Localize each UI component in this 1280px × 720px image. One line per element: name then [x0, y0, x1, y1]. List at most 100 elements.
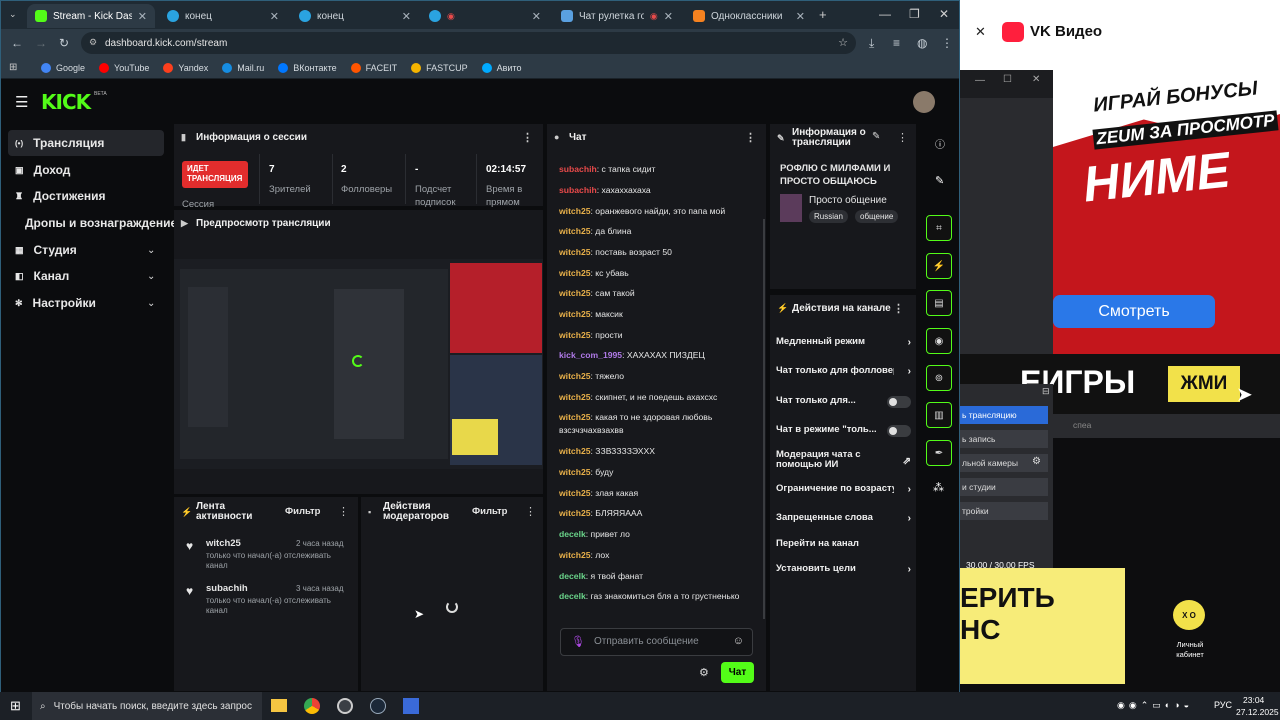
activity-user[interactable]: witch25 [206, 538, 241, 549]
obs-settings-button[interactable]: тройки [960, 502, 1048, 520]
tab-telegram-1[interactable]: конец ✕ [159, 4, 287, 28]
close-tab-icon[interactable]: ✕ [796, 10, 805, 23]
taskbar-search[interactable]: ⌕ Чтобы начать поиск, введите здесь запр… [32, 692, 262, 720]
apps-icon[interactable]: ⊞ [9, 62, 17, 73]
tray-icons[interactable]: ◉◉⌃▭◐◑◒ [1117, 700, 1193, 711]
more-icon[interactable]: ⋮ [893, 302, 904, 315]
obs-start-stream-button[interactable]: ь трансляцию [960, 406, 1048, 424]
tab-telegram-2[interactable]: конец ✕ [291, 4, 419, 28]
rail-button-tools[interactable]: ✒ [926, 440, 952, 466]
rail-button-book[interactable]: ▤ [926, 290, 952, 316]
obs-icon[interactable] [337, 698, 353, 714]
chat-username[interactable]: subachih [559, 185, 597, 195]
microphone-icon[interactable]: 🎙 [571, 635, 585, 648]
chrome-icon[interactable] [304, 698, 320, 714]
profile-icon[interactable]: ◍ [917, 36, 927, 50]
activity-filter-button[interactable]: Фильтр [285, 506, 320, 517]
close-tab-icon[interactable]: ✕ [270, 10, 279, 23]
chat-input[interactable]: 🎙 Отправить сообщение ☺ [560, 628, 753, 656]
close-icon[interactable]: ✕ [1032, 74, 1040, 85]
close-tab-icon[interactable]: ✕ [138, 10, 147, 23]
chat-username[interactable]: witch25 [559, 488, 591, 498]
vk-banner[interactable]: ИГРАЙ БОНУСЫ ZEUM ЗА ПРОСМОТР НИМЕ Смотр… [1053, 70, 1280, 354]
chevron-down-icon[interactable]: ⌄ [147, 245, 155, 256]
chat-send-button[interactable]: Чат [721, 662, 754, 683]
sidebar-item-channel[interactable]: ◧ Канал [15, 269, 69, 283]
more-icon[interactable]: ⋮ [897, 131, 908, 144]
close-tab-icon[interactable]: ✕ [664, 10, 673, 23]
tab-telegram-3[interactable]: ◉ ✕ [421, 4, 549, 28]
kick-logo[interactable]: KICK [41, 90, 91, 114]
close-icon[interactable]: ✕ [975, 24, 986, 40]
chat-username[interactable]: kick_com_1995 [559, 350, 622, 360]
file-explorer-icon[interactable] [271, 699, 287, 712]
clock-date[interactable]: 27.12.2025 [1236, 707, 1279, 717]
gear-icon[interactable]: ⚙ [1032, 456, 1041, 467]
chat-username[interactable]: witch25 [559, 371, 591, 381]
toggle-switch[interactable] [887, 396, 911, 408]
bookmark-faceit[interactable]: FACEIT [350, 62, 397, 73]
media-icon[interactable]: ≡ [893, 36, 900, 50]
bookmark-yandex[interactable]: Yandex [163, 62, 208, 73]
windows-start-icon[interactable]: ⊞ [10, 698, 21, 714]
more-icon[interactable]: ⋮ [338, 505, 349, 518]
maximize-icon[interactable]: ❐ [909, 7, 920, 21]
bookmark-youtube[interactable]: YouTube [99, 62, 149, 73]
chat-username[interactable]: witch25 [559, 330, 591, 340]
bookmark-avito[interactable]: Авито [481, 62, 521, 73]
channel-action-item[interactable]: Перейти на канал [776, 539, 911, 552]
chat-username[interactable]: witch25 [559, 412, 591, 422]
maximize-icon[interactable]: ☐ [1003, 74, 1012, 85]
download-icon[interactable]: ⤓ [869, 36, 874, 51]
sidebar-item-drops[interactable]: Дропы и вознаграждение [25, 216, 177, 230]
kick-app-icon[interactable] [403, 698, 419, 714]
bookmark-google[interactable]: Google [41, 62, 85, 73]
clock-time[interactable]: 23:04 [1243, 695, 1264, 705]
forward-icon[interactable]: → [35, 36, 47, 50]
vk-watch-button[interactable]: Смотреть [1053, 295, 1215, 328]
info-icon[interactable]: ⓘ [935, 136, 945, 151]
chat-username[interactable]: witch25 [559, 446, 591, 456]
bookmark-star-icon[interactable]: ☆ [838, 36, 848, 49]
back-icon[interactable]: ← [11, 36, 23, 50]
more-icon[interactable]: ⋮ [525, 505, 536, 518]
rail-button-clip[interactable]: ⌗ [926, 215, 952, 241]
url-input[interactable]: ⚙ dashboard.kick.com/stream ☆ [81, 32, 856, 54]
channel-action-item[interactable]: Ограничение по возрасту › [776, 484, 911, 497]
channel-action-item[interactable]: Модерация чата с помощью ИИ ⇗ [776, 450, 911, 473]
channel-action-item[interactable]: Установить цели › [776, 564, 911, 577]
tab-odnoklassniki[interactable]: Одноклассники ✕ [685, 4, 813, 28]
site-info-icon[interactable]: ⚙ [89, 37, 97, 48]
chat-username[interactable]: witch25 [559, 392, 591, 402]
chat-username[interactable]: subachih [559, 164, 597, 174]
chat-username[interactable]: decelk [559, 571, 586, 581]
chevron-down-icon[interactable]: ⌄ [147, 271, 155, 282]
chat-username[interactable]: decelk [559, 591, 586, 601]
steam-icon[interactable] [370, 698, 386, 714]
close-window-icon[interactable]: ✕ [939, 7, 949, 21]
edit-icon[interactable]: ✎ [872, 131, 880, 142]
chat-username[interactable]: witch25 [559, 226, 591, 236]
press-button[interactable]: ЖМИ [1168, 366, 1240, 402]
new-tab-icon[interactable]: + [819, 7, 827, 22]
language-indicator[interactable]: РУС [1214, 700, 1232, 710]
toggle-switch[interactable] [887, 425, 911, 437]
sidebar-item-stream[interactable]: (•) Трансляция [15, 136, 104, 150]
chevron-down-icon[interactable]: ⌄ [147, 298, 155, 309]
chat-username[interactable]: decelk [559, 529, 586, 539]
chat-username[interactable]: witch25 [559, 206, 591, 216]
hamburger-menu-icon[interactable]: ☰ [15, 93, 28, 111]
chat-username[interactable]: witch25 [559, 508, 591, 518]
sidebar-item-settings[interactable]: ✻ Настройки [15, 296, 96, 310]
minimize-icon[interactable]: — [879, 7, 891, 21]
tab-chat-roulette[interactable]: Чат рулетка голос ◉ ✕ [553, 4, 681, 28]
category-name[interactable]: Просто общение [809, 195, 887, 206]
bookmark-fastcup[interactable]: FASTCUP [411, 62, 468, 73]
activity-user[interactable]: subachih [206, 583, 248, 594]
close-tab-icon[interactable]: ✕ [532, 10, 541, 23]
more-icon[interactable]: ⋮ [745, 131, 756, 144]
avatar[interactable] [913, 91, 935, 113]
chat-scrollbar[interactable] [763, 219, 765, 619]
close-tab-icon[interactable]: ✕ [402, 10, 411, 23]
vk-check-banner[interactable]: ЕРИТЬ НС [960, 568, 1125, 684]
